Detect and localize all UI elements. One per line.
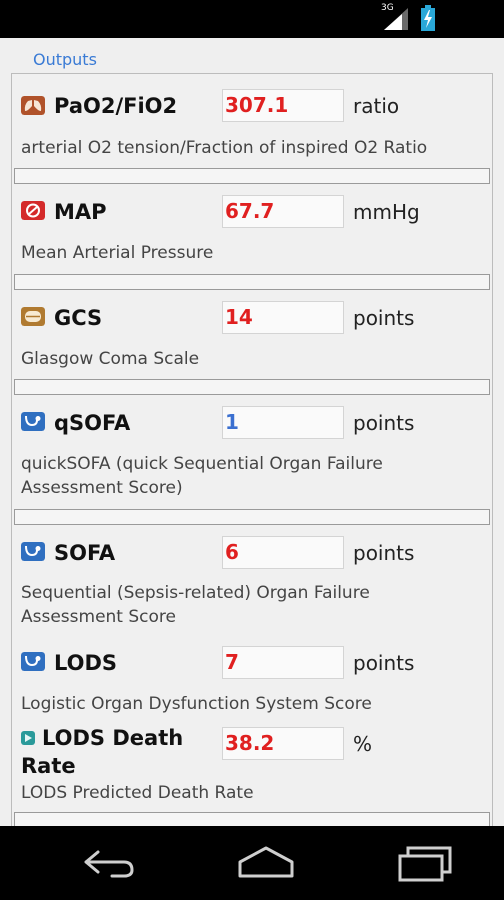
- output-unit: points: [353, 541, 415, 565]
- output-description: Mean Arterial Pressure: [21, 243, 214, 263]
- output-description-line1: Sequential (Sepsis-related) Organ Failur…: [21, 583, 370, 603]
- navigation-bar: [0, 826, 504, 900]
- output-value: 14: [222, 301, 344, 334]
- stethoscope-icon: [21, 412, 45, 431]
- home-icon[interactable]: [230, 840, 302, 884]
- back-icon[interactable]: [72, 840, 144, 884]
- outputs-section-title: Outputs: [33, 50, 97, 69]
- stethoscope-icon: [21, 542, 45, 561]
- output-unit: mmHg: [353, 200, 420, 224]
- output-description-line2: Assessment Score): [21, 478, 183, 498]
- output-unit: points: [353, 306, 415, 330]
- output-title: GCS: [54, 306, 103, 330]
- output-title: qSOFA: [54, 411, 131, 435]
- output-description-line1: quickSOFA (quick Sequential Organ Failur…: [21, 454, 383, 474]
- output-description: Logistic Organ Dysfunction System Score: [21, 694, 372, 714]
- output-unit: %: [353, 732, 373, 756]
- chart-icon: [21, 731, 35, 745]
- output-title-line2: Rate: [21, 754, 76, 778]
- outputs-screen: Outputs PaO2/FiO2 307.1 ratio arterial O…: [0, 38, 504, 826]
- output-value: 1: [222, 406, 344, 439]
- output-divider: [14, 274, 490, 290]
- heart-pressure-icon: [21, 201, 45, 220]
- output-description: LODS Predicted Death Rate: [21, 783, 254, 803]
- recent-apps-icon[interactable]: [390, 840, 462, 884]
- output-title: MAP: [54, 200, 107, 224]
- output-value: 307.1: [222, 89, 344, 122]
- output-title: LODS: [54, 651, 118, 675]
- output-value: 7: [222, 646, 344, 679]
- output-description-line2: Assessment Score: [21, 607, 176, 627]
- output-divider: [14, 379, 490, 395]
- status-bar: 3G: [0, 0, 504, 38]
- output-unit: ratio: [353, 94, 400, 118]
- output-title: PaO2/FiO2: [54, 94, 178, 118]
- output-value: 6: [222, 536, 344, 569]
- signal-icon: [384, 8, 408, 30]
- battery-charging-icon: [421, 5, 435, 31]
- output-divider: [14, 812, 490, 826]
- output-value: 38.2: [222, 727, 344, 760]
- output-unit: points: [353, 411, 415, 435]
- stethoscope-icon: [21, 652, 45, 671]
- output-divider: [14, 168, 490, 184]
- output-title-line1: LODS Death: [42, 726, 184, 750]
- output-title: SOFA: [54, 541, 116, 565]
- lungs-icon: [21, 96, 45, 115]
- output-divider: [14, 509, 490, 525]
- outputs-panel: PaO2/FiO2 307.1 ratio arterial O2 tensio…: [11, 73, 493, 826]
- brain-icon: [21, 307, 45, 326]
- output-value: 67.7: [222, 195, 344, 228]
- output-description: Glasgow Coma Scale: [21, 349, 200, 369]
- output-description: arterial O2 tension/Fraction of inspired…: [21, 138, 428, 158]
- output-unit: points: [353, 651, 415, 675]
